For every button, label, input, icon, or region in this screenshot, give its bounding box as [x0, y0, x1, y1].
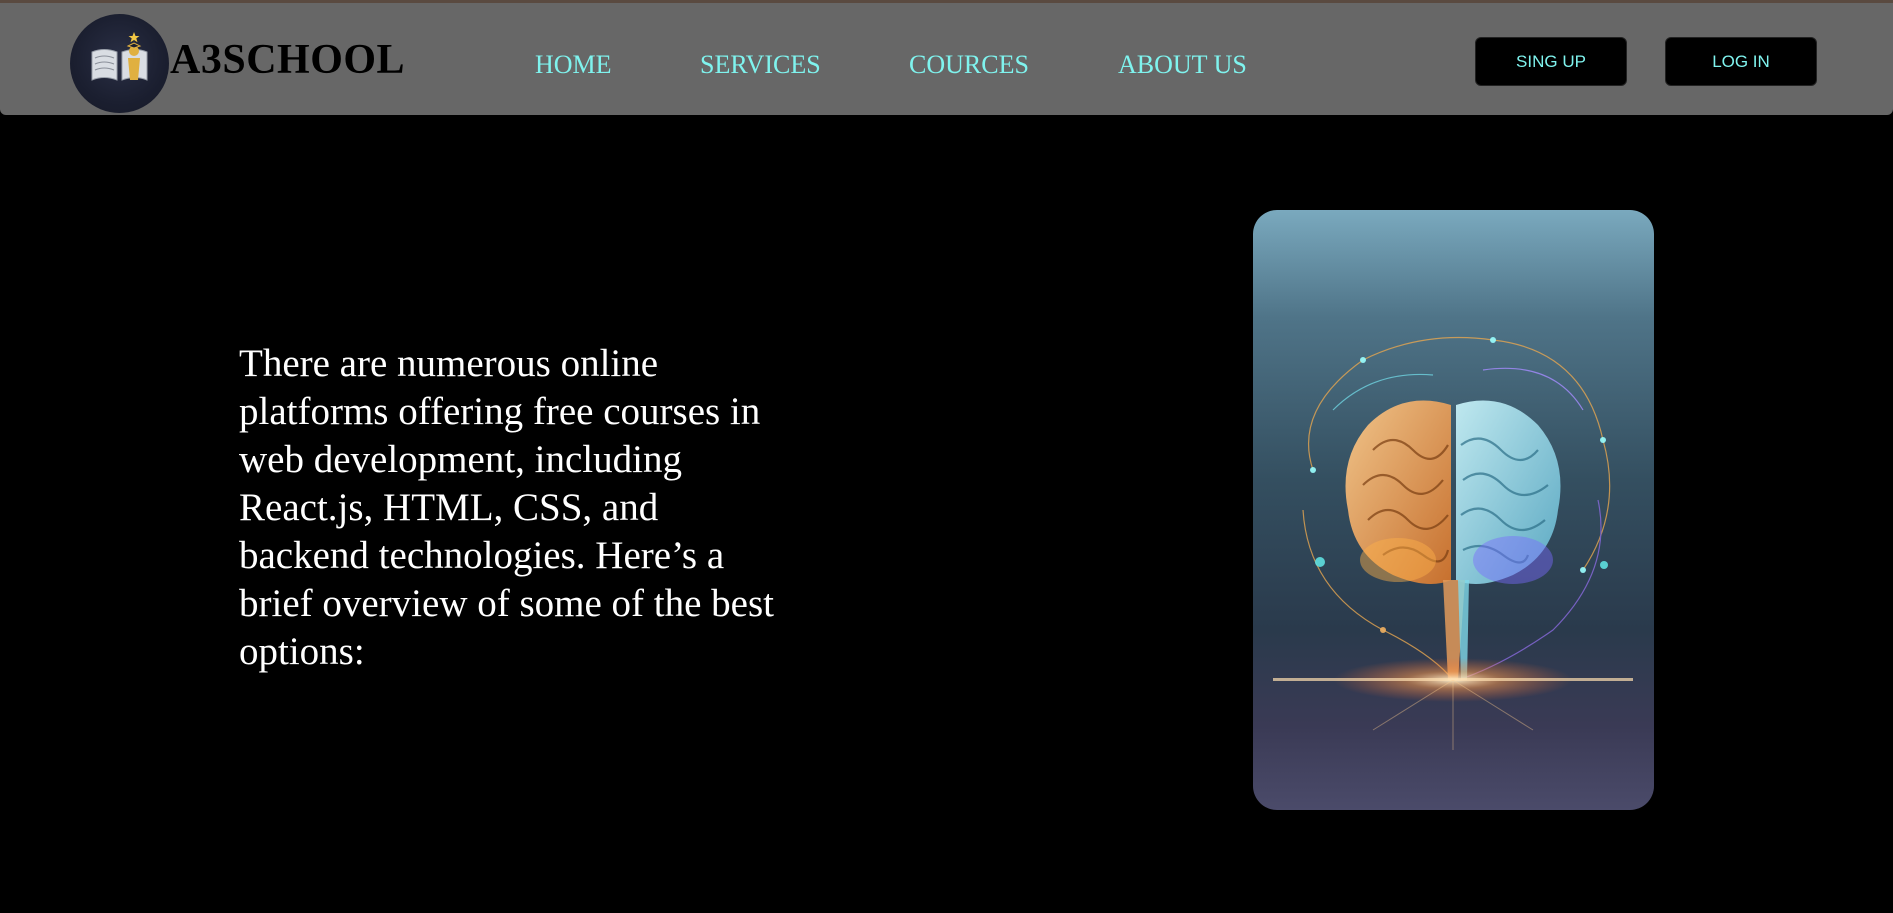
nav-services[interactable]: SERVICES: [700, 48, 821, 82]
signup-button[interactable]: SING UP: [1475, 37, 1627, 86]
nav-about-us[interactable]: ABOUT US: [1118, 48, 1247, 82]
glowing-brain-illustration: [1273, 336, 1633, 750]
logo[interactable]: [70, 14, 169, 113]
navbar: A3SCHOOL HOME SERVICES COURCES ABOUT US …: [0, 0, 1893, 115]
nav-cources[interactable]: COURCES: [909, 48, 1029, 82]
login-button[interactable]: LOG IN: [1665, 37, 1817, 86]
brand-name: A3SCHOOL: [170, 37, 406, 83]
book-graduate-icon: [91, 32, 148, 81]
hero-text: There are numerous online platforms offe…: [239, 342, 774, 673]
nav-home[interactable]: HOME: [535, 48, 612, 82]
hero-image: [1253, 210, 1654, 810]
